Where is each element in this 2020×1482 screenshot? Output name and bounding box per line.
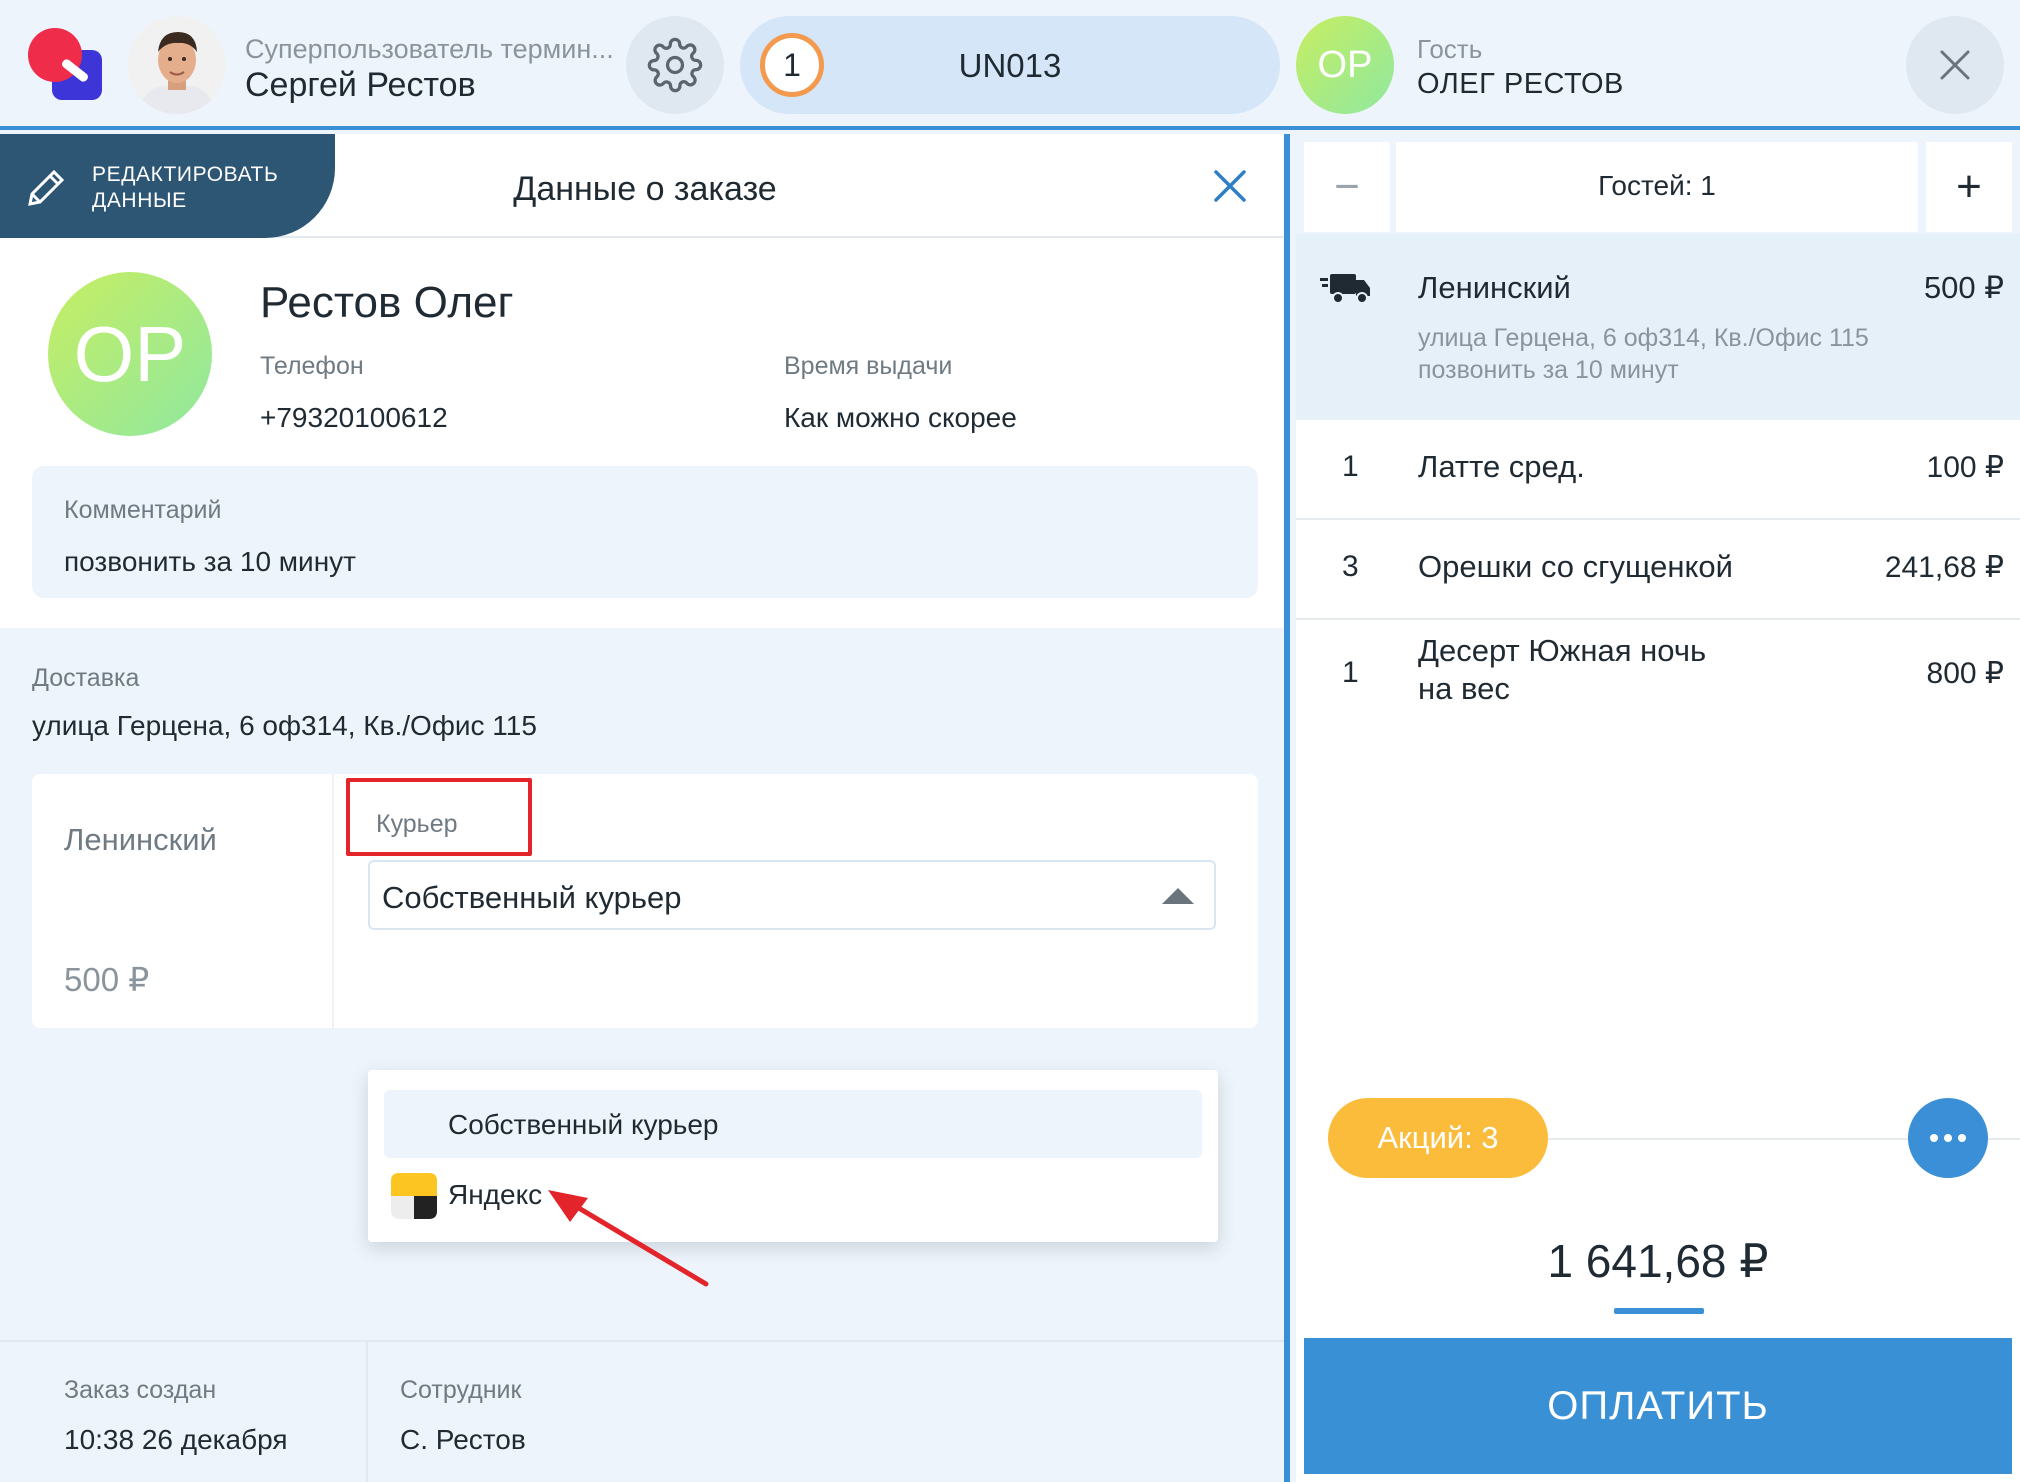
courier-option-yandex[interactable]: Яндекс [384,1162,1202,1230]
more-options-button[interactable] [1908,1098,1988,1178]
user-avatar[interactable] [128,16,226,114]
item-qty: 3 [1342,550,1359,583]
guest-count: Гостей: 1 [1396,142,1918,232]
cart-item[interactable]: 1 Десерт Южная ночь на вес 800 ₽ [1296,620,2020,730]
courier-selected-value: Собственный курьер [382,880,682,915]
cart-item[interactable]: 3 Орешки со сгущенкой 241,68 ₽ [1296,520,2020,620]
app-logo [28,28,108,108]
staff-label: Сотрудник [400,1376,522,1404]
item-name: Орешки со сгущенкой [1418,549,1733,584]
courier-option-label: Яндекс [448,1179,543,1210]
delivery-line-item[interactable]: Ленинский 500 ₽ улица Герцена, 6 оф314, … [1296,234,2020,420]
item-qty: 1 [1342,450,1359,483]
promotions-button[interactable]: Акций: 3 [1328,1098,1548,1178]
comment-label: Комментарий [64,496,222,524]
panel-header: РЕДАКТИРОВАТЬ ДАННЫЕ Данные о заказе [0,134,1284,238]
courier-option-own[interactable]: Собственный курьер [384,1090,1202,1158]
guest-label: Гость [1417,34,1483,64]
customer-name: Рестов Олег [260,278,514,327]
zone-name: Ленинский [64,822,217,857]
comment-value: позвонить за 10 минут [64,546,356,577]
pickup-time-label: Время выдачи [784,352,953,380]
annotation-arrow [548,1190,709,1287]
truck-icon [1320,274,1370,304]
user-role: Суперпользователь термин... [245,34,614,64]
courier-option-label: Собственный курьер [448,1109,719,1140]
caret-up-icon [1162,888,1194,904]
delivery-address: улица Герцена, 6 оф314, Кв./Офис 115 [32,710,537,741]
courier-label: Курьер [376,810,458,838]
delivery-price: 500 ₽ [1923,270,2004,305]
staff-value: С. Рестов [400,1424,526,1455]
close-icon [1214,170,1246,202]
item-price: 241,68 ₽ [1884,551,2004,584]
gear-icon [647,37,703,93]
guest-avatar[interactable]: OP [1296,16,1394,114]
pickup-time-value: Как можно скорее [784,402,1017,433]
delivery-row-comment: позвонить за 10 минут [1418,356,1679,384]
order-total: 1 641,68 ₽ [1547,1235,1769,1287]
guest-name: ОЛЕГ РЕСТОВ [1417,68,1624,100]
top-bar: Суперпользователь термин... Сергей Ресто… [0,0,2020,130]
created-label: Заказ создан [64,1376,217,1404]
item-name: Десерт Южная ночь на вес [1418,633,1707,706]
courier-dropdown: Собственный курьер Яндекс [368,1070,1218,1242]
delivery-label: Доставка [32,664,140,692]
item-qty: 1 [1342,656,1359,689]
pay-button[interactable]: ОПЛАТИТЬ [1304,1338,2012,1474]
edit-tab-line1: РЕДАКТИРОВАТЬ [92,163,279,186]
close-order-button[interactable] [1906,16,2004,114]
delivery-zone-name: Ленинский [1418,270,1571,305]
increase-guests-button[interactable]: + [1926,142,2012,232]
user-name: Сергей Рестов [245,66,476,104]
yandex-icon [391,1173,437,1219]
guest-counter: − Гостей: 1 + [1296,134,2020,234]
close-panel-button[interactable] [1210,166,1250,211]
order-meta-footer: Заказ создан 10:38 26 декабря Сотрудник … [0,1340,1284,1482]
customer-info: OP Рестов Олег Телефон +79320100612 Врем… [0,238,1284,628]
cart-item[interactable]: 1 Латте сред. 100 ₽ [1296,420,2020,520]
settings-button[interactable] [626,16,724,114]
zone-price: 500 ₽ [64,961,150,998]
item-name: Латте сред. [1418,449,1585,484]
cart-panel: − Гостей: 1 + Ленинский 500 ₽ улица Герц… [1296,134,2020,1482]
phone-label: Телефон [260,352,364,380]
order-selector[interactable]: 1 UN013 [740,16,1280,114]
order-details-panel: РЕДАКТИРОВАТЬ ДАННЫЕ Данные о заказе OP … [0,134,1290,1482]
close-icon [1940,50,1970,80]
comment-box: Комментарий позвонить за 10 минут [32,466,1258,598]
courier-select[interactable]: Собственный курьер [368,860,1216,930]
more-icon [1930,1134,1938,1142]
item-price: 100 ₽ [1926,451,2004,484]
decrease-guests-button[interactable]: − [1304,142,1390,232]
edit-tab-line2: ДАННЫЕ [92,189,187,212]
edit-data-button[interactable]: РЕДАКТИРОВАТЬ ДАННЫЕ [0,134,335,238]
created-value: 10:38 26 декабря [64,1424,288,1455]
panel-title: Данные о заказе [513,170,777,208]
delivery-row-address: улица Герцена, 6 оф314, Кв./Офис 115 [1418,324,1869,352]
pencil-icon [28,169,65,206]
delivery-zone-card: Ленинский 500 ₽ Курьер Собственный курье… [32,774,1258,1028]
customer-avatar: OP [48,272,212,436]
order-code: UN013 [958,47,1062,84]
phone-value: +79320100612 [260,402,448,433]
item-price: 800 ₽ [1926,657,2004,690]
